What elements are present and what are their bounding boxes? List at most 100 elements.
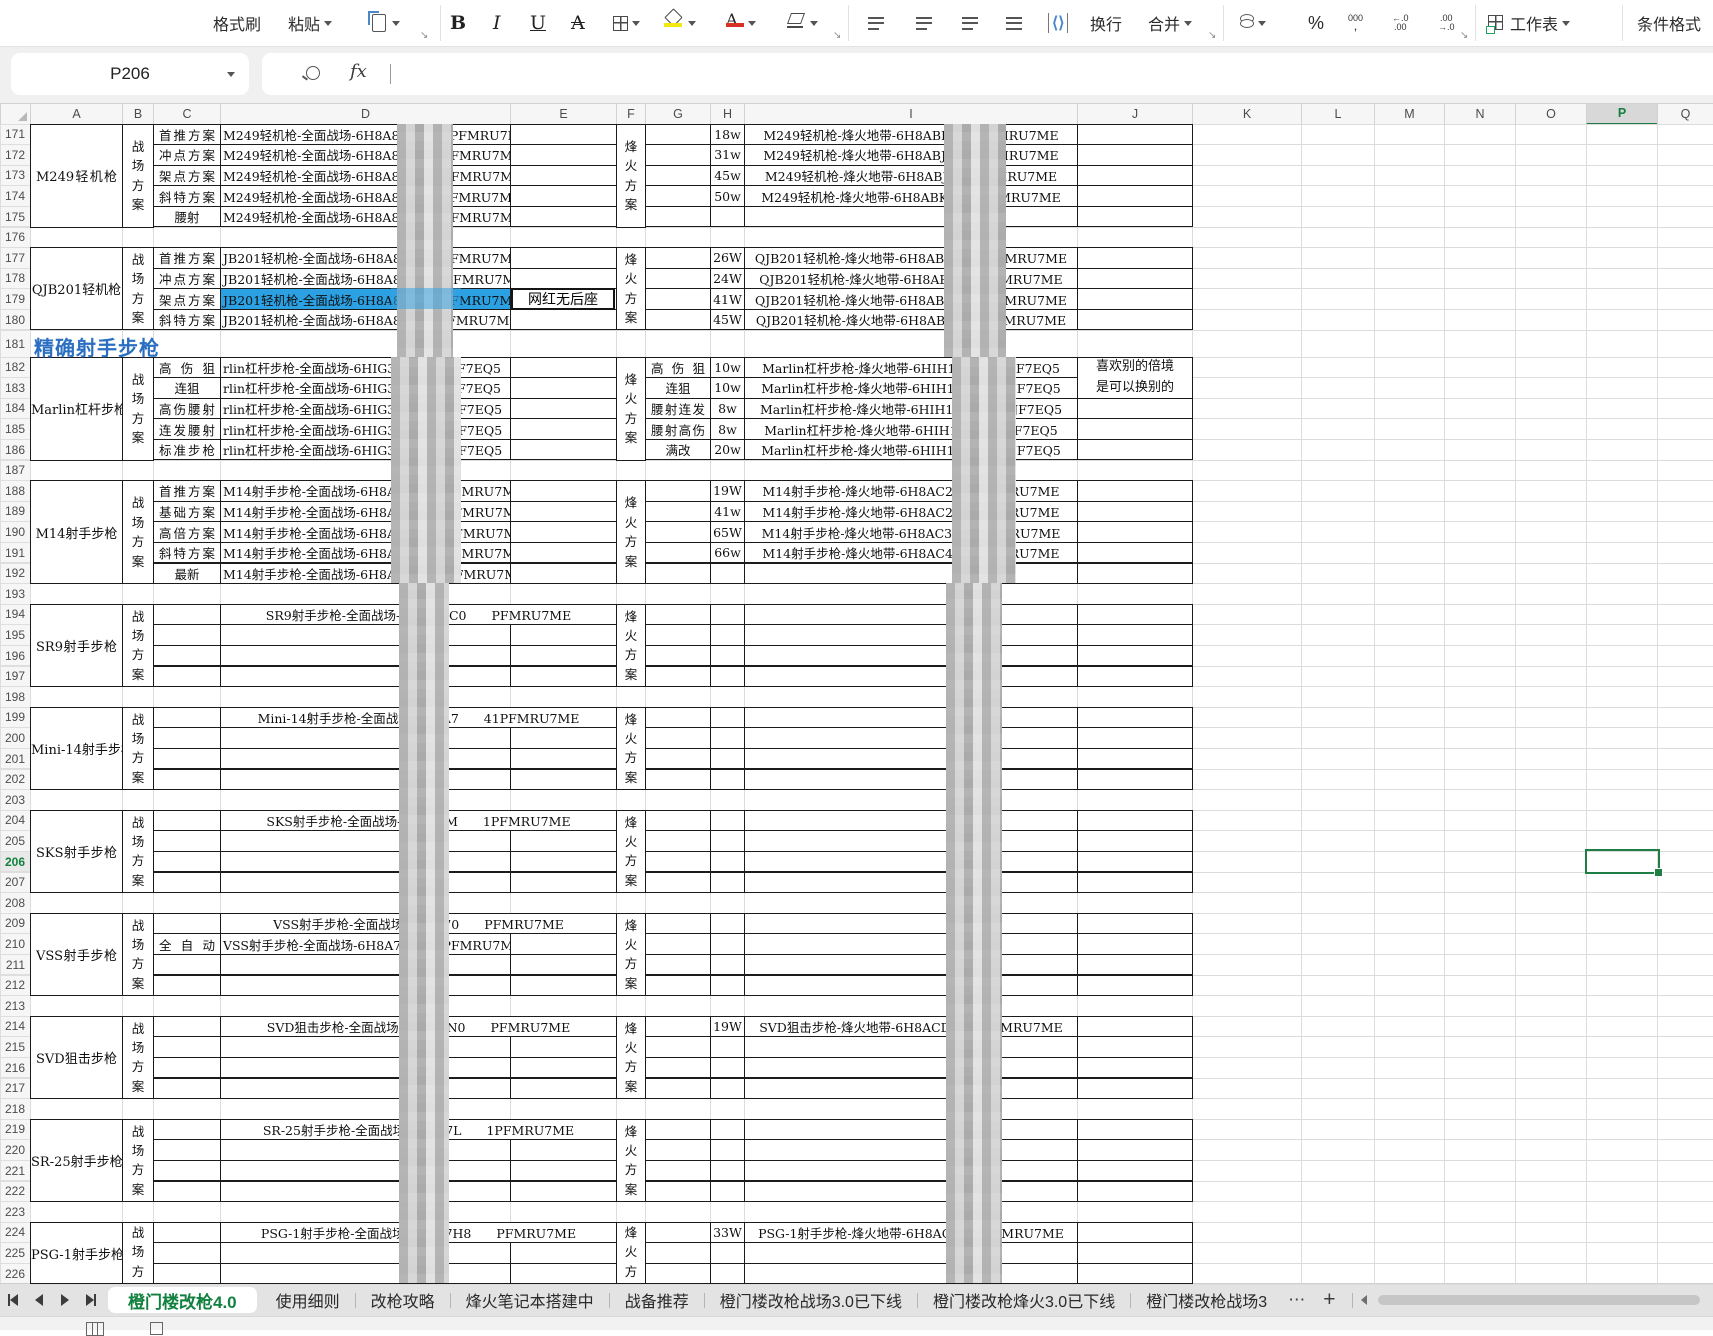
row-header-201[interactable]: 201 xyxy=(0,747,31,770)
row-header-213[interactable]: 213 xyxy=(0,995,31,1017)
fill-handle[interactable] xyxy=(1653,867,1663,877)
row-header-216[interactable]: 216 xyxy=(0,1056,31,1079)
row-header-205[interactable]: 205 xyxy=(0,830,31,852)
row-header-190[interactable]: 190 xyxy=(0,521,31,543)
search-icon[interactable] xyxy=(306,66,320,80)
beacon-plan-header-cell[interactable]: 烽 火 方 案 xyxy=(616,356,646,461)
cell-I180[interactable]: QJB201轻机枪-烽火地带-6H8ABT4 PFMRU7ME xyxy=(744,308,1078,331)
row-header-200[interactable]: 200 xyxy=(0,727,31,749)
cell-C175[interactable]: 腰射 xyxy=(153,205,221,228)
cell-G192[interactable] xyxy=(645,562,711,585)
cell-J201[interactable] xyxy=(1077,747,1193,770)
row-header-197[interactable]: 197 xyxy=(0,665,31,688)
cell-J200[interactable] xyxy=(1077,727,1193,749)
cell-G211[interactable] xyxy=(645,953,711,976)
cell-I171[interactable]: M249轻机枪-烽火地带-6H8ABI 1PFMRU7ME xyxy=(744,123,1078,146)
paste-button[interactable]: 粘贴 xyxy=(288,0,333,46)
cell-J221[interactable] xyxy=(1077,1159,1193,1182)
cell-H216[interactable] xyxy=(710,1056,745,1079)
sheet-tab-4[interactable]: 战备推荐 xyxy=(610,1287,704,1313)
decrease-decimal-button[interactable]: ←.0.00 xyxy=(1392,0,1409,46)
cell-E185[interactable] xyxy=(510,418,617,440)
battlefield-plan-header-cell[interactable]: 战 场 方 案 xyxy=(122,809,154,894)
cell-G209[interactable] xyxy=(645,912,711,935)
number-format-button[interactable] xyxy=(1240,0,1266,46)
cell-C217[interactable] xyxy=(153,1077,221,1100)
row-header-226[interactable]: 226 xyxy=(0,1262,31,1285)
cell-H191[interactable]: 66w xyxy=(710,541,745,564)
cell-J184[interactable] xyxy=(1077,397,1193,420)
cell-E206[interactable] xyxy=(510,850,617,873)
cell-G205[interactable] xyxy=(645,830,711,852)
cell-I200[interactable] xyxy=(744,727,1078,749)
cell-D189[interactable]: M14射手步枪-全面战场-6H8A86S0 FMRU7ME xyxy=(220,500,511,523)
cell-G174[interactable] xyxy=(645,185,711,207)
column-header-J[interactable]: J xyxy=(1077,103,1193,125)
cell-D171[interactable]: M249轻机枪-全面战场-6H8A8C4 1PFMRU7ME xyxy=(220,123,511,146)
first-sheet-button[interactable] xyxy=(0,1287,26,1313)
cell-D201[interactable] xyxy=(220,747,511,770)
cell-H220[interactable] xyxy=(710,1139,745,1161)
row-header-195[interactable]: 195 xyxy=(0,624,31,646)
cell-J210[interactable] xyxy=(1077,933,1193,955)
clear-format-button[interactable] xyxy=(786,0,818,46)
row-header-191[interactable]: 191 xyxy=(0,541,31,564)
cell-I195[interactable] xyxy=(744,624,1078,646)
battlefield-plan-header-cell[interactable]: 战 场 方 案 xyxy=(122,123,154,228)
cell-I183[interactable]: Marlin杠杆步枪-烽火地带-6HIH1L0 65JF7EQ5 xyxy=(744,377,1078,399)
cell-C200[interactable] xyxy=(153,727,221,749)
cell-J180[interactable] xyxy=(1077,308,1193,331)
cell-J225[interactable] xyxy=(1077,1242,1193,1264)
cell-J171[interactable] xyxy=(1077,123,1193,146)
row-header-202[interactable]: 202 xyxy=(0,768,31,791)
cell-J185[interactable] xyxy=(1077,418,1193,440)
cell-C189[interactable]: 基础方案 xyxy=(153,500,221,523)
worksheet-button[interactable]: 工作表 xyxy=(1486,0,1571,46)
cell-D182[interactable]: rlin杠杆步枪-全面战场-6HIG36 065JF7EQ5 xyxy=(220,356,511,379)
row-header-188[interactable]: 188 xyxy=(0,480,31,502)
more-sheets-button[interactable]: ⋯ xyxy=(1279,1290,1314,1310)
cell-G194[interactable] xyxy=(645,603,711,626)
cell-E217[interactable] xyxy=(510,1077,617,1100)
row-header-189[interactable]: 189 xyxy=(0,500,31,523)
cell-I220[interactable] xyxy=(744,1139,1078,1161)
cell-J202[interactable] xyxy=(1077,768,1193,791)
row-header-210[interactable]: 210 xyxy=(0,933,31,955)
cell-I202[interactable] xyxy=(744,768,1078,791)
cell-H175[interactable] xyxy=(710,205,745,228)
cell-H178[interactable]: 24W xyxy=(710,267,745,290)
cell-E210[interactable] xyxy=(510,933,617,955)
cell-G225[interactable] xyxy=(645,1242,711,1264)
cell-H188[interactable]: 19W xyxy=(710,480,745,502)
cell-G215[interactable] xyxy=(645,1036,711,1058)
row-header-194[interactable]: 194 xyxy=(0,603,31,626)
cell-C224[interactable] xyxy=(153,1221,221,1244)
cell-C205[interactable] xyxy=(153,830,221,852)
cell-I175[interactable] xyxy=(744,205,1078,228)
cell-E205[interactable] xyxy=(510,830,617,852)
row-header-181[interactable]: 181 xyxy=(0,329,31,358)
cell-I197[interactable] xyxy=(744,665,1078,688)
row-header-204[interactable]: 204 xyxy=(0,809,31,832)
dialog-launcher-icon[interactable]: ↘ xyxy=(833,30,841,41)
cell-C215[interactable] xyxy=(153,1036,221,1058)
cell-C216[interactable] xyxy=(153,1056,221,1079)
cell-G182[interactable]: 高伤狙 xyxy=(645,356,711,379)
cell-E189[interactable] xyxy=(510,500,617,523)
cell-G201[interactable] xyxy=(645,747,711,770)
column-header-M[interactable]: M xyxy=(1374,103,1445,125)
cell-H207[interactable] xyxy=(710,871,745,894)
cell-C221[interactable] xyxy=(153,1159,221,1182)
row-header-203[interactable]: 203 xyxy=(0,789,31,811)
row-header-185[interactable]: 185 xyxy=(0,418,31,440)
cell-I173[interactable]: M249轻机枪-烽火地带-6H8ABJI PFMRU7ME xyxy=(744,164,1078,187)
cell-C182[interactable]: 高伤狙 xyxy=(153,356,221,379)
increase-decimal-button[interactable]: .00 →.0 xyxy=(1438,0,1455,46)
battlefield-plan-header-cell[interactable]: 战 场 方 案 xyxy=(122,603,154,688)
cell-C179[interactable]: 架点方案 xyxy=(153,288,221,310)
cell-H172[interactable]: 31w xyxy=(710,144,745,166)
cell-H192[interactable] xyxy=(710,562,745,585)
italic-button[interactable]: I xyxy=(493,0,501,46)
cell-H205[interactable] xyxy=(710,830,745,852)
row-header-209[interactable]: 209 xyxy=(0,912,31,935)
